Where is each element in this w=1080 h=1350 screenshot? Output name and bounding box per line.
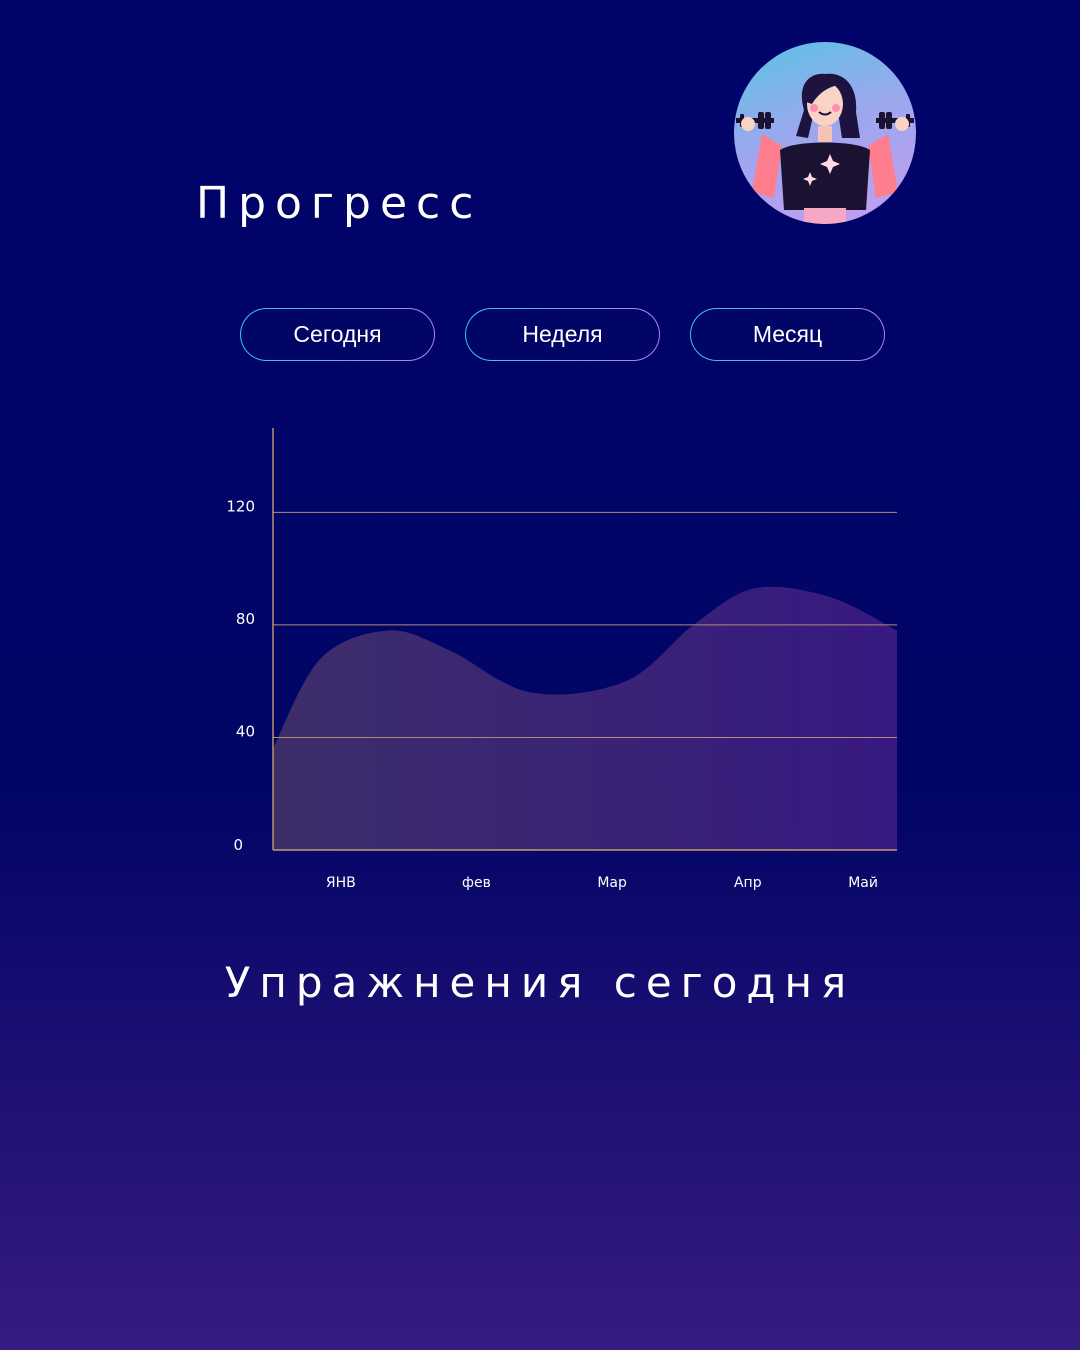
x-tick-label: Май (848, 875, 878, 891)
y-tick-label: 120 (226, 497, 255, 515)
x-tick-label: Мар (597, 875, 627, 891)
y-tick-label: 40 (236, 722, 255, 740)
progress-chart: 0 40 80 120 ЯНВ фев Мар Апр Май (200, 410, 920, 910)
avatar[interactable] (734, 42, 916, 224)
x-tick-label: Апр (734, 875, 762, 891)
progress-area-series (273, 586, 897, 850)
y-tick-label: 0 (233, 836, 243, 854)
x-tick-label: фев (462, 875, 491, 891)
exercises-today-title: Упражнения сегодня (224, 958, 856, 1007)
progress-area-chart: 0 40 80 120 ЯНВ фев Мар Апр Май (226, 428, 897, 891)
x-tick-label: ЯНВ (326, 875, 356, 891)
page-title: Прогресс (196, 178, 483, 229)
woman-lifting-dumbbells-icon (736, 73, 914, 224)
tab-today[interactable]: Сегодня (240, 308, 435, 361)
y-tick-label: 80 (236, 610, 255, 628)
tab-month[interactable]: Месяц (690, 308, 885, 361)
tab-week[interactable]: Неделя (465, 308, 660, 361)
period-tabs: Сегодня Неделя Месяц (240, 308, 885, 361)
